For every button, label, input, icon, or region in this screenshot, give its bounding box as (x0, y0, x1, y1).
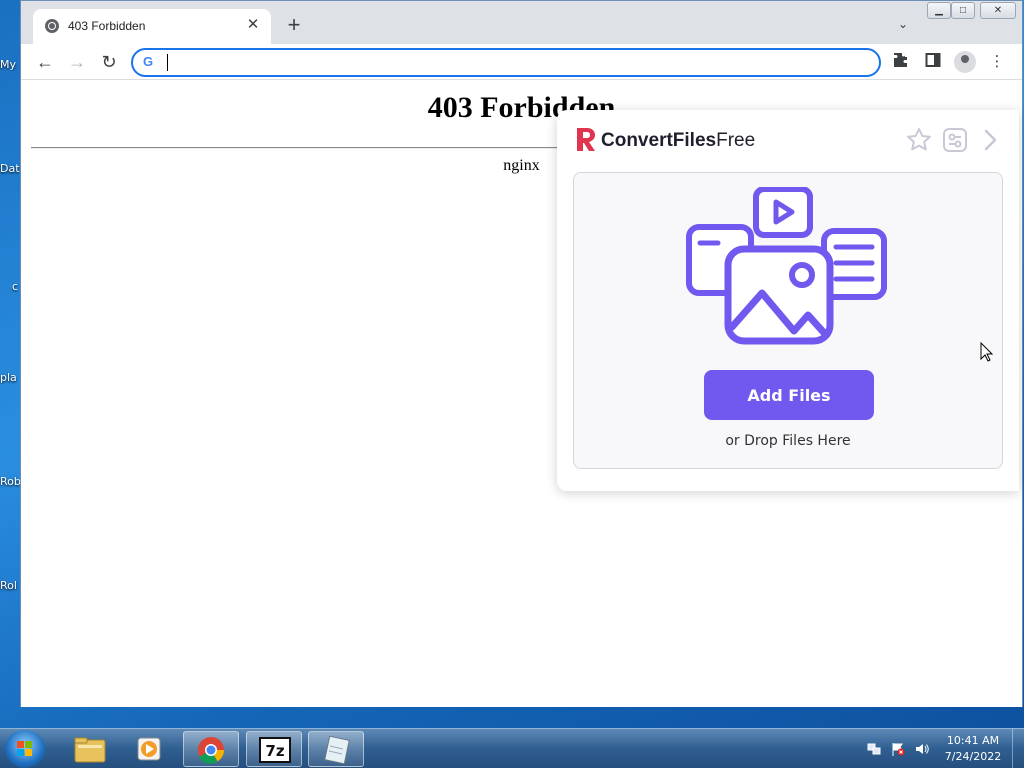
start-button[interactable] (5, 730, 45, 768)
desktop-icon-rob[interactable]: Rob (0, 475, 22, 488)
taskbar-app-chrome[interactable] (183, 731, 239, 767)
desktop-icon-rol[interactable]: Rol (0, 579, 22, 592)
omnibox[interactable]: G (131, 48, 881, 77)
windows-logo-icon (17, 741, 33, 757)
chevron-right-icon[interactable] (976, 126, 1004, 154)
taskbar: 7z 10:41 AM 7/24/2022 (0, 728, 1024, 768)
window-maximize-button[interactable]: □ (951, 2, 975, 19)
show-desktop-button[interactable] (1012, 729, 1024, 768)
tab-search-icon[interactable]: ⌄ (894, 15, 912, 33)
star-icon[interactable] (905, 126, 933, 154)
action-center-flag-icon[interactable] (891, 742, 905, 756)
notepad-icon (324, 735, 350, 765)
text-caret (167, 54, 168, 71)
desktop-icon-label: pla (0, 371, 17, 384)
desktop-icon-label: Dat (0, 162, 20, 175)
brand-name-bold: ConvertFiles (601, 130, 717, 151)
new-tab-button[interactable]: + (283, 14, 305, 36)
taskbar-app-notes[interactable] (308, 731, 364, 767)
dropzone[interactable]: Add Files or Drop Files Here (573, 172, 1003, 469)
desktop-icon-label: Rob (0, 475, 21, 488)
reload-button[interactable]: ↻ (98, 51, 120, 73)
clock-date: 7/24/2022 (944, 750, 1002, 763)
back-button[interactable]: ← (34, 51, 56, 73)
taskbar-app-media[interactable] (122, 731, 178, 767)
google-icon: G (143, 54, 154, 69)
window-minimize-button[interactable]: ▁ (927, 2, 951, 19)
extensions-icon[interactable] (891, 52, 911, 72)
network-icon[interactable] (867, 742, 881, 756)
system-clock[interactable]: 10:41 AM 7/24/2022 (940, 733, 1006, 765)
desktop-icon-dat[interactable]: Dat (0, 162, 22, 175)
tab-active[interactable]: 403 Forbidden ✕ (33, 9, 271, 44)
desktop-icon-my[interactable]: My (0, 58, 22, 71)
folder-icon (74, 737, 106, 763)
add-files-button[interactable]: Add Files (704, 370, 874, 420)
7zip-icon: 7z (259, 737, 291, 763)
drop-hint: or Drop Files Here (725, 433, 851, 449)
desktop-icon-label: Rol (0, 579, 17, 592)
chrome-icon (198, 737, 225, 764)
desktop-icon-label: c (12, 280, 19, 293)
side-panel-icon[interactable] (923, 52, 943, 72)
mouse-cursor-icon (980, 342, 994, 362)
media-player-icon (137, 737, 161, 761)
tab-close-icon[interactable]: ✕ (243, 15, 263, 35)
clock-time: 10:41 AM (946, 734, 1000, 747)
forward-button[interactable]: → (66, 51, 88, 73)
tab-title: 403 Forbidden (68, 19, 146, 33)
browser-toolbar: ← → ↻ G ⋮ (21, 44, 1022, 80)
profile-icon[interactable] (954, 51, 976, 73)
brand-name: ConvertFilesFree (601, 130, 755, 152)
taskbar-app-7zip[interactable]: 7z (246, 731, 302, 767)
tab-strip: 403 Forbidden ✕ + ⌄ ▁ □ ✕ (21, 1, 1022, 44)
volume-icon[interactable] (915, 742, 929, 756)
desktop-icon-label: My (0, 58, 17, 71)
taskbar-app-explorer[interactable] (62, 731, 118, 767)
file-types-illustration-icon (686, 187, 887, 345)
convertfilesfree-logo-icon (577, 128, 595, 151)
extension-popup: ConvertFilesFree Add Files or Drop Files… (557, 110, 1019, 491)
globe-icon (45, 19, 59, 33)
brand-name-light: Free (716, 130, 756, 151)
desktop-icon-pla[interactable]: pla (0, 371, 22, 384)
menu-icon[interactable]: ⋮ (987, 52, 1007, 72)
settings-icon[interactable] (941, 126, 969, 154)
svg-text:7z: 7z (265, 742, 284, 760)
window-close-button[interactable]: ✕ (980, 2, 1016, 19)
address-input[interactable] (165, 53, 865, 72)
